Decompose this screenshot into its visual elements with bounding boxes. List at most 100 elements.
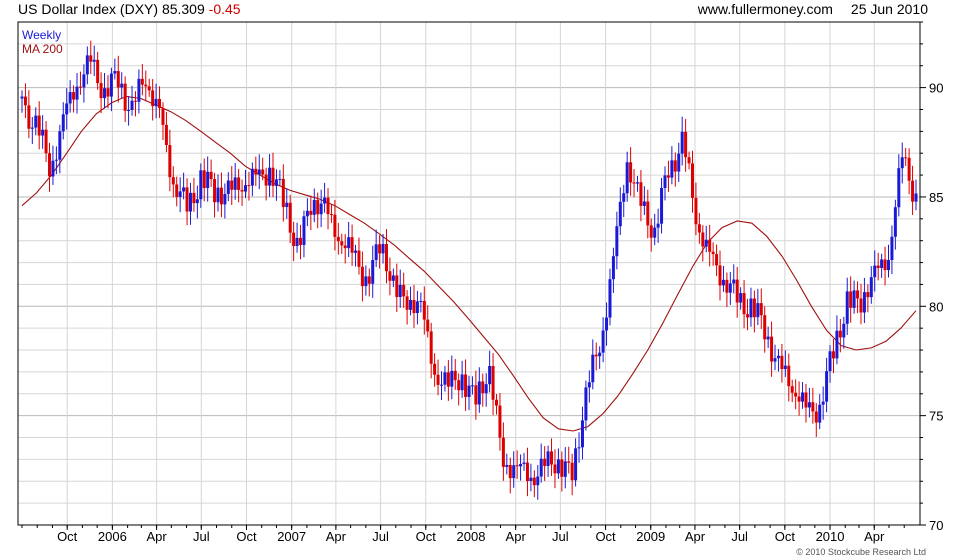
candle-body [426, 319, 430, 332]
x-tick-label: Jul [193, 529, 210, 544]
candle-body [807, 402, 811, 408]
legend-item: MA 200 [22, 42, 63, 56]
candle-body [127, 110, 131, 112]
x-tick-label: Jul [372, 529, 389, 544]
candle-body [553, 464, 557, 474]
candle-body [890, 236, 894, 261]
candle-body [615, 226, 619, 257]
candle-body [598, 352, 602, 357]
candle-body [439, 384, 443, 386]
candle-body [852, 290, 856, 308]
candle-body [78, 86, 82, 88]
candle-body [178, 191, 182, 197]
candle-body [89, 55, 93, 62]
candle-body [329, 214, 333, 216]
candle-body [639, 182, 643, 206]
candle-body [164, 124, 168, 146]
candle-body [577, 447, 581, 449]
candle-body [116, 71, 120, 88]
candle-body [278, 178, 282, 180]
candle-body [264, 174, 268, 186]
candle-body [746, 314, 750, 318]
candle-body [340, 241, 344, 246]
candle-body [457, 380, 461, 391]
candle-body [563, 461, 567, 477]
candle-body [825, 371, 829, 402]
candle-body [374, 244, 378, 260]
candle-body [37, 115, 41, 136]
candle-body [450, 370, 454, 387]
candle-body [68, 92, 72, 104]
candle-body [691, 163, 694, 198]
candle-body [446, 372, 450, 387]
candle-body [897, 168, 901, 208]
legend-item: Weekly [22, 28, 61, 42]
copyright-text: © 2010 Stockcube Research Ltd [796, 547, 926, 557]
candle-body [904, 157, 908, 159]
candle-body [230, 180, 234, 190]
candle-body [319, 203, 323, 215]
candle-body [92, 59, 96, 62]
candle-body [766, 336, 770, 340]
candle-body [103, 88, 107, 99]
candle-body [409, 299, 413, 310]
candle-body [316, 199, 320, 215]
candle-body [519, 463, 523, 467]
candle-body [794, 392, 798, 397]
candle-body [670, 160, 674, 178]
candle-body [666, 175, 670, 178]
y-tick-label: 90 [929, 81, 943, 96]
candle-body [216, 187, 220, 203]
x-tick-label: Oct [595, 529, 616, 544]
candle-body [182, 187, 186, 192]
candle-body [880, 259, 884, 268]
candle-body [195, 199, 199, 204]
candle-body [883, 259, 887, 271]
candle-body [99, 83, 103, 99]
candle-body [347, 237, 351, 249]
candle-body [44, 129, 48, 154]
candle-body [343, 245, 347, 249]
candle-body [415, 301, 419, 314]
candle-body [818, 404, 822, 423]
candle-body [378, 244, 382, 254]
candle-body [261, 169, 265, 175]
candle-body [299, 237, 303, 245]
candle-body [866, 292, 870, 298]
candle-body [611, 256, 615, 280]
candle-body [522, 462, 526, 464]
candle-body [309, 210, 313, 215]
x-tick-label: Oct [775, 529, 796, 544]
candle-body [653, 227, 657, 238]
candle-body [333, 214, 337, 237]
candle-body [41, 129, 45, 136]
candle-body [797, 396, 801, 402]
candle-body [199, 170, 203, 200]
candle-body [873, 265, 877, 278]
x-tick-label: 2008 [457, 529, 486, 544]
candle-body [381, 243, 385, 254]
candle-body [51, 160, 55, 177]
candle-body [759, 303, 763, 316]
candle-body [326, 197, 330, 215]
candle-body [594, 354, 598, 357]
candle-body [336, 236, 340, 242]
candle-body [367, 276, 371, 284]
candle-body [580, 420, 584, 448]
candle-body [58, 131, 62, 160]
candle-body [161, 107, 165, 125]
candle-body [295, 237, 299, 247]
candle-body [642, 201, 646, 206]
candle-body [831, 351, 835, 359]
candle-body [395, 275, 399, 297]
candle-body [567, 461, 571, 463]
candle-body [574, 448, 578, 481]
candle-body [185, 187, 189, 212]
candle-body [752, 298, 756, 318]
candle-body [914, 193, 918, 202]
candle-body [763, 315, 767, 340]
candle-body [140, 78, 144, 85]
candle-body [587, 382, 591, 388]
y-tick-label: 85 [929, 190, 943, 205]
x-axis: Oct 2006 Apr Jul Oct 2007 Apr Jul Oct 2008 Apr Jul O… [21, 525, 905, 544]
